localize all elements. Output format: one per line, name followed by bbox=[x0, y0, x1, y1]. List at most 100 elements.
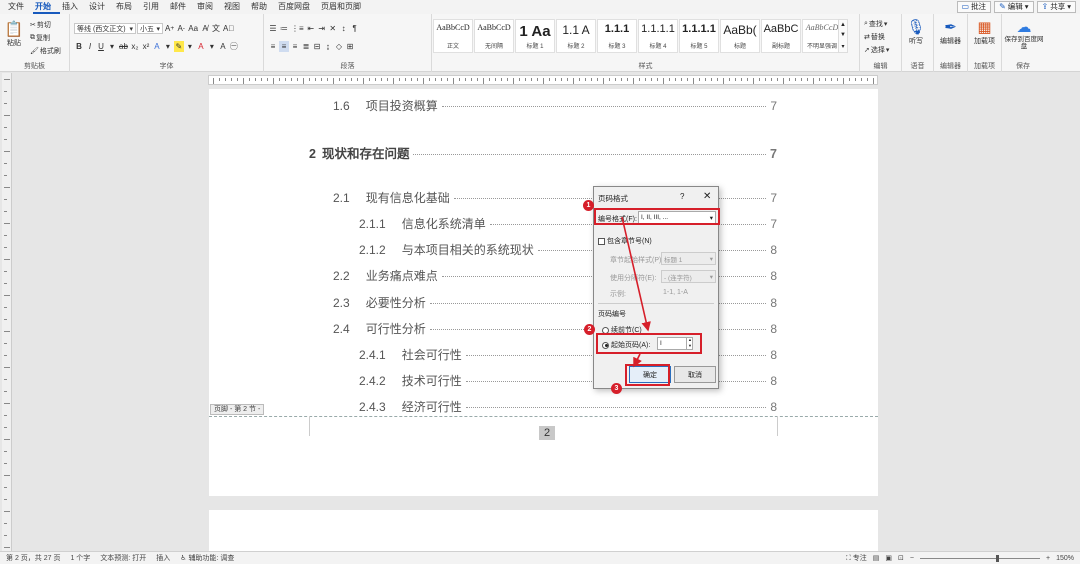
cut-button[interactable]: ✂ 剪切 bbox=[30, 20, 51, 30]
tab-layout[interactable]: 布局 bbox=[114, 0, 141, 14]
tab-file[interactable]: 文件 bbox=[6, 0, 33, 14]
style-normal[interactable]: AaBbCcD 正文 bbox=[433, 19, 473, 53]
strikethrough-icon[interactable]: ab bbox=[118, 41, 129, 52]
tab-review[interactable]: 审阅 bbox=[195, 0, 222, 14]
font-name-combo[interactable]: 等线 (西文正文) ▾ bbox=[74, 23, 136, 34]
char-border-icon[interactable]: A⃞ bbox=[222, 23, 235, 34]
find-button[interactable]: ⌕ 查找 ▾ bbox=[864, 19, 887, 29]
toc-entry[interactable]: 2.4.3 经济可行性 8 bbox=[359, 398, 777, 415]
select-button[interactable]: ➚ 选择 ▾ bbox=[864, 45, 889, 55]
chevron-up-icon[interactable]: ▲ bbox=[840, 22, 846, 28]
bold-icon[interactable]: B bbox=[74, 41, 84, 52]
help-button[interactable]: ? bbox=[680, 192, 684, 201]
superscript-icon[interactable]: x² bbox=[141, 41, 151, 52]
more-icon[interactable]: ▾ bbox=[841, 43, 844, 50]
cancel-button[interactable]: 取消 bbox=[674, 366, 716, 383]
share-button[interactable]: ⇪ 共享 ▾ bbox=[1036, 1, 1076, 13]
style-heading-5[interactable]: 1.1.1.1 标题 5 bbox=[679, 19, 719, 53]
align-left-icon[interactable]: ≡ bbox=[268, 41, 278, 52]
styles-gallery-scroll[interactable]: ▲ ▼ ▾ bbox=[838, 19, 848, 53]
chinese-layout-icon[interactable]: ✕ bbox=[328, 23, 338, 34]
change-case-icon[interactable]: Aa bbox=[187, 23, 199, 34]
editor-button[interactable]: ✒ 编辑器 bbox=[940, 18, 961, 46]
style-no-spacing[interactable]: AaBbCcD 无间隔 bbox=[474, 19, 514, 53]
text-prediction-status[interactable]: 文本预测: 打开 bbox=[100, 553, 146, 563]
focus-button[interactable]: ⛶ 专注 bbox=[846, 553, 867, 563]
paste-button[interactable]: 📋 粘贴 bbox=[5, 20, 24, 48]
chevron-down-icon[interactable]: ▾ bbox=[207, 41, 217, 52]
zoom-level[interactable]: 150% bbox=[1056, 555, 1074, 562]
align-center-icon[interactable]: ≡ bbox=[279, 41, 289, 52]
format-painter-button[interactable]: 🖌 格式刷 bbox=[30, 46, 61, 56]
tab-baidu-netdisk[interactable]: 百度网盘 bbox=[276, 0, 319, 14]
align-right-icon[interactable]: ≡ bbox=[290, 41, 300, 52]
distributed-icon[interactable]: ⊟ bbox=[312, 41, 322, 52]
shading-icon[interactable]: ◇ bbox=[334, 41, 344, 52]
separator-select[interactable]: - (连字符) ▾ bbox=[661, 270, 716, 283]
style-title[interactable]: AaBb(标题 bbox=[720, 19, 760, 53]
chevron-down-icon[interactable]: ▼ bbox=[840, 32, 846, 38]
include-chapter-checkbox[interactable]: 包含章节号(N) bbox=[598, 236, 652, 246]
close-button[interactable]: ✕ bbox=[703, 191, 711, 202]
zoom-slider[interactable] bbox=[920, 554, 1040, 562]
dictate-button[interactable]: 🎙 听写 bbox=[906, 18, 925, 46]
sort-icon[interactable]: ↕ bbox=[339, 23, 349, 34]
tab-view[interactable]: 视图 bbox=[222, 0, 249, 14]
tab-references[interactable]: 引用 bbox=[141, 0, 168, 14]
multilevel-list-icon[interactable]: ⋮≡ bbox=[290, 23, 305, 34]
print-layout-icon[interactable]: ▣ bbox=[885, 554, 892, 562]
replace-button[interactable]: ⇄ 替换 bbox=[864, 32, 885, 42]
chevron-down-icon[interactable]: ▾ bbox=[107, 41, 117, 52]
read-mode-icon[interactable]: ▤ bbox=[873, 554, 880, 562]
text-effects-icon[interactable]: A bbox=[152, 41, 162, 52]
comments-button[interactable]: ▭ 批注 bbox=[956, 1, 992, 13]
web-layout-icon[interactable]: ⊡ bbox=[898, 554, 904, 562]
chevron-down-icon[interactable]: ▾ bbox=[163, 41, 173, 52]
save-to-netdisk-button[interactable]: ☁ 保存到百度网盘 bbox=[1004, 18, 1044, 50]
footer-page-number[interactable]: 2 bbox=[539, 426, 555, 440]
style-subtle-emphasis[interactable]: AaBbCcD 不明显强调 bbox=[802, 19, 842, 53]
chapter-style-select[interactable]: 标题 1 ▾ bbox=[661, 252, 716, 265]
accessibility-status[interactable]: ♿ 辅助功能: 调查 bbox=[180, 553, 234, 563]
font-color-icon[interactable]: A bbox=[196, 41, 206, 52]
editing-mode-button[interactable]: ✎ 编辑 ▾ bbox=[994, 1, 1034, 13]
next-document-page[interactable] bbox=[209, 510, 878, 551]
tab-home[interactable]: 开始 bbox=[33, 0, 60, 14]
word-count-status[interactable]: 1 个字 bbox=[70, 553, 90, 563]
tab-header-footer[interactable]: 页眉和页脚 bbox=[319, 0, 370, 14]
style-heading-3[interactable]: 1.1.1 标题 3 bbox=[597, 19, 637, 53]
zoom-slider-thumb[interactable] bbox=[996, 554, 999, 562]
toc-entry[interactable]: 1.6 项目投资概算 7 bbox=[333, 97, 777, 114]
style-subtitle[interactable]: AaBbC 副标题 bbox=[761, 19, 801, 53]
enclose-char-icon[interactable]: ㊀ bbox=[229, 41, 239, 52]
justify-icon[interactable]: ≣ bbox=[301, 41, 311, 52]
style-heading-1[interactable]: 1 Aa 标题 1 bbox=[515, 19, 555, 53]
zoom-in-icon[interactable]: + bbox=[1046, 555, 1050, 562]
addins-button[interactable]: ▦ 加载项 bbox=[974, 18, 995, 46]
show-marks-icon[interactable]: ¶ bbox=[350, 23, 360, 34]
char-shading-icon[interactable]: A bbox=[218, 41, 228, 52]
underline-icon[interactable]: U bbox=[96, 41, 106, 52]
toc-entry[interactable]: 2 现状和存在问题 7 bbox=[309, 143, 777, 162]
tab-insert[interactable]: 插入 bbox=[60, 0, 87, 14]
bullets-icon[interactable]: ☰ bbox=[268, 23, 278, 34]
tab-design[interactable]: 设计 bbox=[87, 0, 114, 14]
copy-button[interactable]: ⧉ 复制 bbox=[30, 33, 50, 43]
chevron-down-icon[interactable]: ▾ bbox=[185, 41, 195, 52]
numbering-icon[interactable]: ≔ bbox=[279, 23, 289, 34]
subscript-icon[interactable]: x₂ bbox=[130, 41, 140, 52]
decrease-indent-icon[interactable]: ⇤ bbox=[306, 23, 316, 34]
grow-font-icon[interactable]: A + bbox=[164, 23, 175, 34]
zoom-out-icon[interactable]: − bbox=[910, 555, 914, 562]
italic-icon[interactable]: I bbox=[85, 41, 95, 52]
style-heading-4[interactable]: 1.1.1.1 标题 4 bbox=[638, 19, 678, 53]
insert-mode-status[interactable]: 插入 bbox=[156, 553, 170, 563]
font-size-combo[interactable]: 小五 ▾ bbox=[137, 23, 163, 34]
highlight-icon[interactable]: ✎ bbox=[173, 41, 184, 52]
borders-icon[interactable]: ⊞ bbox=[345, 41, 355, 52]
style-heading-2[interactable]: 1.1 A 标题 2 bbox=[556, 19, 596, 53]
shrink-font-icon[interactable]: A- bbox=[176, 23, 186, 34]
line-spacing-icon[interactable]: ↨ bbox=[323, 41, 333, 52]
clear-format-icon[interactable]: A̸ bbox=[200, 23, 210, 34]
tab-help[interactable]: 帮助 bbox=[249, 0, 276, 14]
